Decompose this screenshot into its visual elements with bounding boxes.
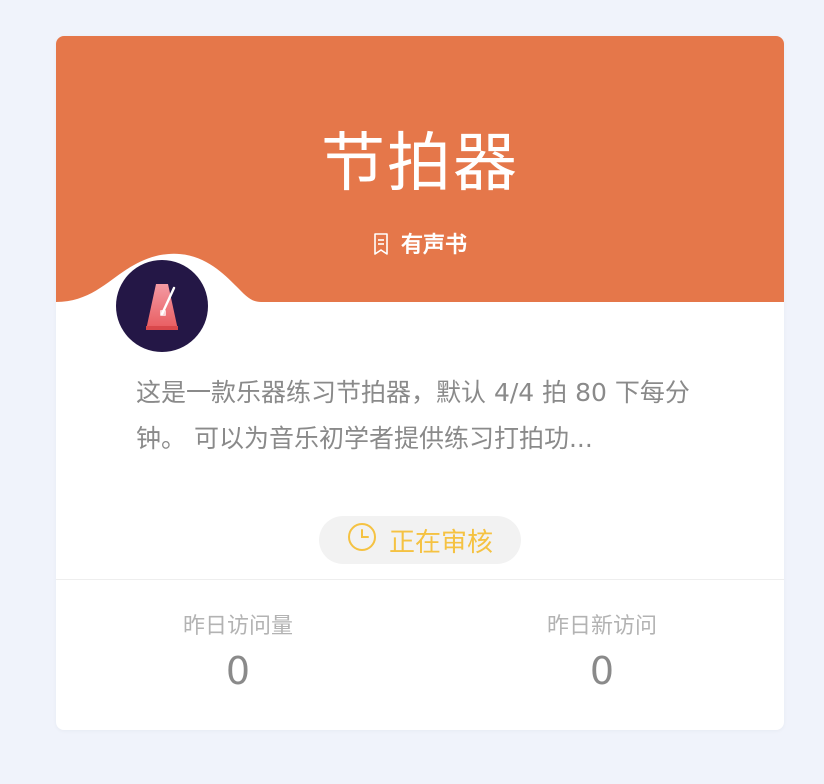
status-badge: 正在审核 — [319, 516, 521, 564]
metronome-icon — [146, 284, 178, 330]
app-card[interactable]: 节拍器 有声书 这是一款乐器练习节拍器，默认 4/4 拍 80 下每分钟。 可以… — [56, 36, 784, 730]
app-title: 节拍器 — [321, 127, 519, 201]
stat-label: 昨日访问量 — [182, 614, 293, 639]
stat-value: 0 — [225, 649, 251, 693]
stat-value: 0 — [589, 649, 615, 693]
status-label: 正在审核 — [388, 527, 493, 558]
stat-yesterday-visits: 昨日访问量 0 — [118, 612, 358, 696]
book-icon — [373, 233, 389, 263]
clock-icon — [347, 522, 377, 559]
divider — [56, 579, 784, 580]
app-category: 有声书 — [56, 232, 784, 263]
app-description: 这是一款乐器练习节拍器，默认 4/4 拍 80 下每分钟。 可以为音乐初学者提供… — [136, 378, 690, 453]
stat-yesterday-new-visits: 昨日新访问 0 — [482, 612, 722, 696]
stat-label: 昨日新访问 — [546, 614, 657, 639]
app-avatar — [116, 260, 208, 352]
category-label: 有声书 — [400, 233, 467, 258]
